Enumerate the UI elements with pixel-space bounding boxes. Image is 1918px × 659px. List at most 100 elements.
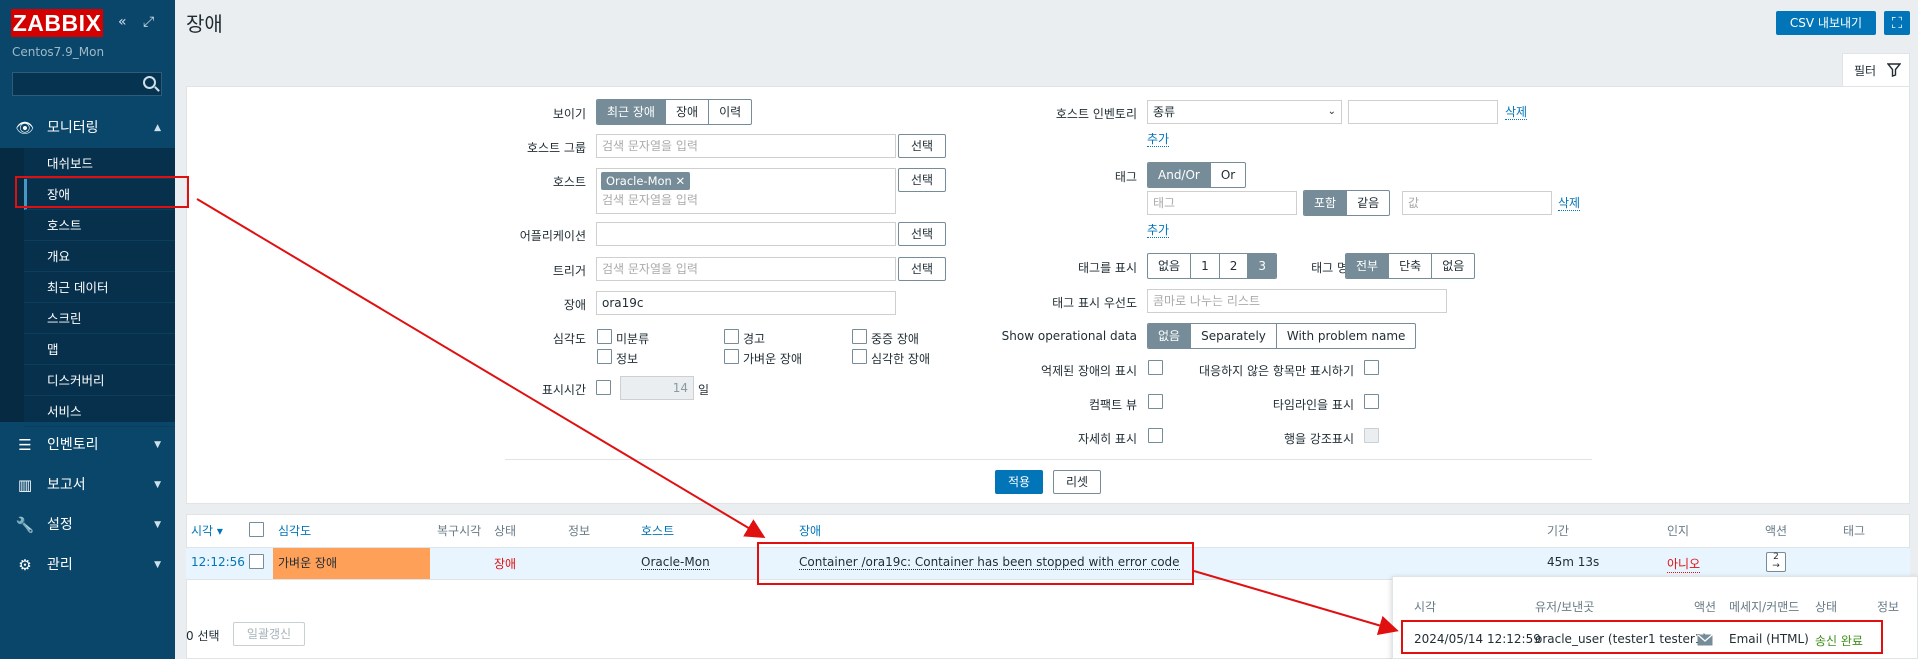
mass-update-button[interactable]: 일괄갱신 [233,622,305,646]
show-tags-none[interactable]: 없음 [1148,254,1192,278]
col-time[interactable]: 시각 ▾ [191,522,223,539]
row-ack-link[interactable]: 아니오 [1667,555,1701,573]
age-checkbox[interactable] [596,380,611,395]
tag-name-display-segmented[interactable]: 전부 단축 없음 [1345,253,1476,279]
col-problem[interactable]: 장애 [799,522,821,539]
col-tags: 태그 [1843,524,1866,538]
show-problems[interactable]: 장애 [666,100,710,124]
sidebar-item-dashboard[interactable]: 대쉬보드 [24,148,175,179]
op-data-none[interactable]: 없음 [1148,324,1192,348]
application-select-button[interactable]: 선택 [898,222,946,246]
severity-disaster-checkbox[interactable] [852,349,867,364]
remove-chip-icon[interactable]: ✕ [675,174,685,188]
timeline-checkbox[interactable] [1364,394,1379,409]
sidebar-item-hosts[interactable]: 호스트 [24,210,175,241]
chevron-down-icon: ▼ [154,520,161,530]
tag-match-contains[interactable]: 포함 [1304,191,1348,215]
sidebar-item-screens[interactable]: 스크린 [24,303,175,334]
col-host[interactable]: 호스트 [641,522,674,539]
unacknowledged-checkbox[interactable] [1364,360,1379,375]
tag-name-shortened[interactable]: 단축 [1389,254,1433,278]
sidebar-item-latest-data[interactable]: 최근 데이터 [24,272,175,303]
row-host-link[interactable]: Oracle-Mon [641,555,710,570]
csv-export-button[interactable]: CSV 내보내기 [1776,11,1876,35]
host-group-placeholder: 검색 문자열을 입력 [602,139,698,153]
host-select-button[interactable]: 선택 [898,168,946,192]
reset-button[interactable]: 리셋 [1053,470,1101,494]
compact-view-checkbox[interactable] [1148,394,1163,409]
suppressed-checkbox[interactable] [1148,360,1163,375]
zabbix-logo[interactable]: ZABBIX [11,9,103,37]
menu-administration[interactable]: ⚙ 관리 ▼ [0,545,175,585]
show-segmented[interactable]: 최근 장애 장애 이력 [596,99,753,125]
severity-average-checkbox[interactable] [724,349,739,364]
kiosk-mode-icon[interactable]: ⤢ [143,14,154,30]
menu-monitoring[interactable]: 👁 모니터링 ▲ [0,108,175,148]
host-group-select-button[interactable]: 선택 [898,134,946,158]
row-time-link[interactable]: 12:12:56 [191,555,245,569]
host-input[interactable]: Oracle-Mon ✕ 검색 문자열을 입력 [596,168,896,214]
row-actions-icon[interactable]: 2 → [1766,552,1786,572]
severity-average-label: 가벼운 장애 [743,352,803,366]
severity-high-checkbox[interactable] [852,329,867,344]
details-checkbox[interactable] [1148,428,1163,443]
tag-match-segmented[interactable]: 포함 같음 [1303,190,1391,216]
host-group-input[interactable]: 검색 문자열을 입력 [596,134,896,158]
row-severity: 가벼운 장애 [273,548,430,579]
show-tags-segmented[interactable]: 없음 1 2 3 [1147,253,1278,279]
fullscreen-button[interactable]: ⛶ [1884,11,1910,35]
row-checkbox[interactable] [249,554,264,569]
trigger-input[interactable]: 검색 문자열을 입력 [596,257,896,281]
tag-add-link[interactable]: 추가 [1147,223,1170,238]
sidebar-item-services[interactable]: 서비스 [24,396,175,427]
col-severity[interactable]: 심각도 [278,522,311,539]
severity-info-checkbox[interactable] [597,349,612,364]
collapse-sidebar-icon[interactable]: « [118,14,127,30]
op-data-with-name[interactable]: With problem name [1277,324,1416,348]
tag-remove-link[interactable]: 삭제 [1558,196,1581,211]
tag-name-input[interactable]: 태그 [1147,191,1297,215]
apply-button[interactable]: 적용 [995,470,1043,494]
timeline-label: 타임라인을 표시 [1272,398,1354,412]
tags-label: 태그 [1114,170,1137,184]
menu-reports[interactable]: ▥ 보고서 ▼ [0,465,175,505]
sidebar-item-discovery[interactable]: 디스커버리 [24,365,175,396]
age-days-input[interactable]: 14 [620,376,694,400]
op-data-separately[interactable]: Separately [1191,324,1277,348]
select-all-checkbox[interactable] [249,522,264,537]
tag-value-input[interactable]: 값 [1402,191,1552,215]
sidebar-item-overview[interactable]: 개요 [24,241,175,272]
col-recovery-time: 복구시각 [437,524,482,538]
host-inventory-field-select[interactable]: 종류 ⌄ [1147,100,1342,124]
tags-or[interactable]: Or [1211,163,1245,187]
tag-priority-input[interactable]: 콤마로 나누는 리스트 [1147,289,1447,313]
popup-col-status: 상태 [1815,600,1838,614]
tag-name-none[interactable]: 없음 [1432,254,1474,278]
trigger-select-button[interactable]: 선택 [898,257,946,281]
host-inventory-add-link[interactable]: 추가 [1147,132,1170,147]
menu-inventory[interactable]: ☰ 인벤토리 ▼ [0,425,175,465]
show-tags-1[interactable]: 1 [1191,254,1220,278]
problem-input[interactable]: ora19c [596,291,896,315]
tags-operator-segmented[interactable]: And/Or Or [1147,162,1247,188]
host-inventory-remove-link[interactable]: 삭제 [1505,105,1528,120]
show-history[interactable]: 이력 [709,100,751,124]
menu-settings[interactable]: 🔧 설정 ▼ [0,505,175,545]
menu-monitoring-label: 모니터링 [47,120,99,136]
annotation-box-action-log [1401,620,1883,654]
tag-name-full[interactable]: 전부 [1346,254,1390,278]
filter-tab[interactable]: 필터 [1842,53,1910,87]
show-recent-problems[interactable]: 최근 장애 [597,100,666,124]
severity-warning-checkbox[interactable] [724,329,739,344]
application-input[interactable] [596,222,896,246]
highlight-row-checkbox[interactable] [1364,428,1379,443]
tag-match-equals[interactable]: 같음 [1347,191,1389,215]
sidebar-search-input[interactable] [12,72,162,96]
tags-and-or[interactable]: And/Or [1148,163,1211,187]
sidebar-item-maps[interactable]: 맵 [24,334,175,365]
show-tags-2[interactable]: 2 [1220,254,1249,278]
search-icon[interactable] [143,76,156,89]
host-inventory-value-input[interactable] [1348,100,1498,124]
severity-not-classified-checkbox[interactable] [597,329,612,344]
operational-data-segmented[interactable]: 없음 Separately With problem name [1147,323,1417,349]
